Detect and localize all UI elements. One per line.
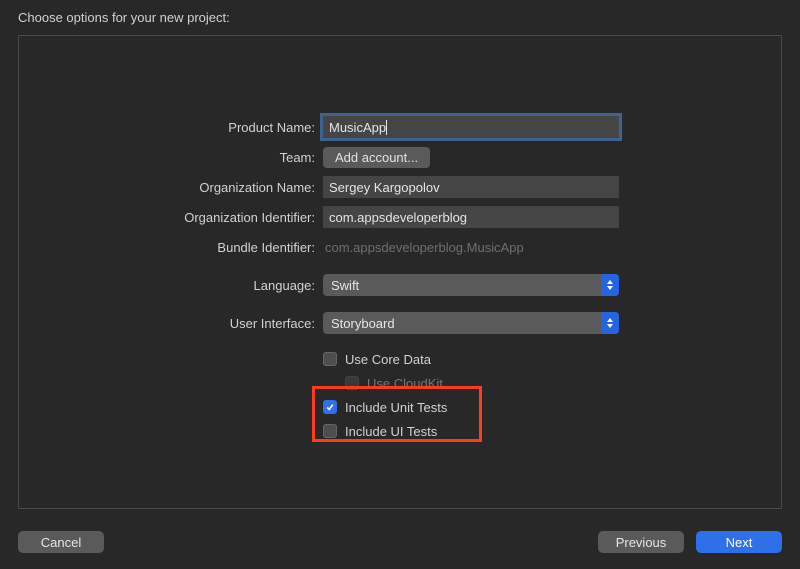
checkbox-icon <box>323 352 337 366</box>
label-product-name: Product Name: <box>19 120 323 135</box>
label-org-name: Organization Name: <box>19 180 323 195</box>
checkbox-icon <box>323 424 337 438</box>
label-bundle-id: Bundle Identifier: <box>19 240 323 255</box>
cancel-button[interactable]: Cancel <box>18 531 104 553</box>
checkbox-core-data[interactable]: Use Core Data <box>323 348 781 370</box>
sheet-header: Choose options for your new project: <box>0 0 800 33</box>
row-bundle-id: Bundle Identifier: com.appsdeveloperblog… <box>19 234 781 260</box>
user-interface-select[interactable]: Storyboard <box>323 312 619 334</box>
add-account-button[interactable]: Add account... <box>323 147 430 168</box>
row-user-interface: User Interface: Storyboard <box>19 310 781 336</box>
product-name-field[interactable]: MusicApp <box>323 116 619 138</box>
checkbox-group: Use Core Data Use CloudKit Include Unit … <box>19 348 781 442</box>
bundle-id-value: com.appsdeveloperblog.MusicApp <box>323 240 524 255</box>
text-cursor-icon <box>386 120 387 135</box>
previous-button[interactable]: Previous <box>598 531 684 553</box>
checkbox-ui-tests[interactable]: Include UI Tests <box>323 420 781 442</box>
project-options-form: Product Name: MusicApp Team: Add account… <box>19 114 781 444</box>
stepper-icon <box>601 274 619 296</box>
row-language: Language: Swift <box>19 272 781 298</box>
row-org-id: Organization Identifier: <box>19 204 781 230</box>
checkbox-label-core-data: Use Core Data <box>345 352 431 367</box>
user-interface-value: Storyboard <box>331 316 395 331</box>
options-panel: Product Name: MusicApp Team: Add account… <box>18 35 782 509</box>
row-product-name: Product Name: MusicApp <box>19 114 781 140</box>
checkbox-checked-icon <box>323 400 337 414</box>
checkbox-label-cloudkit: Use CloudKit <box>367 376 443 391</box>
row-org-name: Organization Name: <box>19 174 781 200</box>
label-team: Team: <box>19 150 323 165</box>
org-name-field[interactable] <box>323 176 619 198</box>
stepper-icon <box>601 312 619 334</box>
row-team: Team: Add account... <box>19 144 781 170</box>
checkbox-unit-tests[interactable]: Include Unit Tests <box>323 396 781 418</box>
label-org-id: Organization Identifier: <box>19 210 323 225</box>
checkbox-label-unit-tests: Include Unit Tests <box>345 400 447 415</box>
language-value: Swift <box>331 278 359 293</box>
sheet-title: Choose options for your new project: <box>18 10 230 25</box>
checkbox-label-ui-tests: Include UI Tests <box>345 424 437 439</box>
checkbox-icon <box>345 376 359 390</box>
checkbox-cloudkit: Use CloudKit <box>323 372 781 394</box>
label-language: Language: <box>19 278 323 293</box>
label-user-interface: User Interface: <box>19 316 323 331</box>
next-button[interactable]: Next <box>696 531 782 553</box>
language-select[interactable]: Swift <box>323 274 619 296</box>
org-id-field[interactable] <box>323 206 619 228</box>
footer-bar: Cancel Previous Next <box>18 531 782 553</box>
product-name-value: MusicApp <box>329 120 386 135</box>
